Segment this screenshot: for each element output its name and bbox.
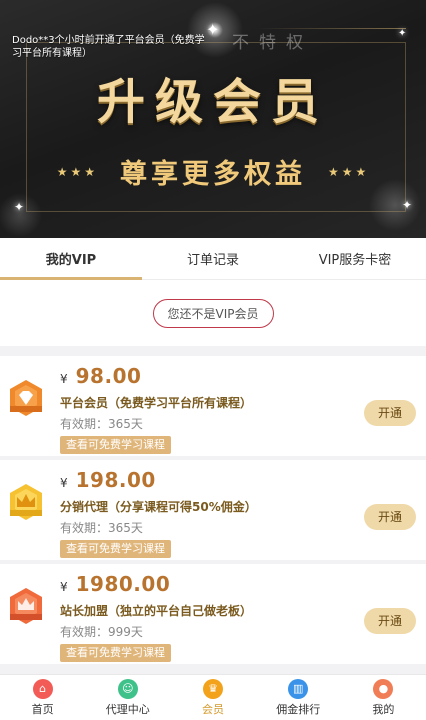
banner-watermark: 不特权: [232, 33, 313, 53]
banner-subtitle-row: ★★★ 尊享更多权益 ★★★: [0, 152, 426, 191]
sparkle-icon: ✦: [14, 200, 25, 214]
stars-right-icon: ★★★: [328, 164, 370, 179]
ranking-icon: ▥: [288, 678, 309, 699]
open-plan-button[interactable]: 开通: [364, 504, 416, 530]
vip-status-badge: 您还不是VIP会员: [152, 298, 274, 328]
sparkle-icon: ✦: [398, 28, 407, 39]
nav-item-agent-center[interactable]: ☺ 代理中心: [85, 675, 170, 720]
nav-label: 首页: [31, 702, 54, 716]
view-free-courses-button[interactable]: 查看可免费学习课程: [60, 436, 171, 454]
plan-price-row: ¥ 198.00: [60, 468, 156, 492]
tab-vip-card-code[interactable]: VIP服务卡密: [284, 238, 426, 279]
nav-item-home[interactable]: ⌂ 首页: [0, 675, 85, 720]
nav-label: 佣金排行: [276, 702, 321, 716]
banner-subtitle: 尊享更多权益: [120, 159, 306, 190]
view-free-courses-button[interactable]: 查看可免费学习课程: [60, 644, 171, 662]
plan-validity: 有效期：999天: [60, 625, 143, 639]
plan-price: 198.00: [75, 468, 156, 492]
plan-price: 98.00: [75, 364, 142, 388]
purchase-notice: Dodo**3个小时前开通了平台会员（免费学习平台所有课程）: [12, 35, 205, 59]
nav-label: 代理中心: [105, 702, 150, 716]
plan-name: 分销代理（分享课程可得50%佣金）: [60, 500, 257, 514]
diamond-badge-icon: [10, 380, 42, 416]
sparkle-icon: ✦: [206, 20, 220, 39]
nav-label: 我的: [372, 702, 395, 716]
plan-name: 平台会员（免费学习平台所有课程）: [60, 396, 253, 410]
currency-symbol: ¥: [60, 476, 68, 490]
tab-order-records[interactable]: 订单记录: [142, 238, 284, 279]
nav-item-member[interactable]: ♛ 会员: [170, 675, 255, 720]
vip-tabs: 我的VIP 订单记录 VIP服务卡密: [0, 238, 426, 280]
open-plan-button[interactable]: 开通: [364, 400, 416, 426]
open-plan-button[interactable]: 开通: [364, 608, 416, 634]
plan-price: 1980.00: [75, 572, 171, 596]
vip-status-area: 您还不是VIP会员: [0, 280, 426, 346]
view-free-courses-button[interactable]: 查看可免费学习课程: [60, 540, 171, 558]
currency-symbol: ¥: [60, 580, 68, 594]
currency-symbol: ¥: [60, 372, 68, 386]
plan-name: 站长加盟（独立的平台自己做老板）: [60, 604, 253, 618]
banner-title: 升级会员: [96, 74, 329, 130]
plan-price-row: ¥ 98.00: [60, 364, 141, 388]
profile-icon: ●: [373, 678, 394, 699]
nav-label: 会员: [202, 702, 224, 716]
crown-shield-badge-icon: [10, 588, 42, 624]
nav-item-commission-ranking[interactable]: ▥ 佣金排行: [256, 675, 341, 720]
plan-validity: 有效期：365天: [60, 521, 143, 535]
bottom-nav: ⌂ 首页 ☺ 代理中心 ♛ 会员 ▥ 佣金排行 ● 我的: [0, 674, 426, 720]
plan-card-distribution-agent: ¥ 198.00 分销代理（分享课程可得50%佣金） 有效期：365天 查看可免…: [0, 460, 426, 560]
crown-badge-icon: [10, 484, 42, 520]
agent-icon: ☺: [117, 678, 138, 699]
vip-banner: 不特权 Dodo**3个小时前开通了平台会员（免费学习平台所有课程） ✦ ✦ ✦…: [0, 0, 426, 238]
sparkle-icon: ✦: [402, 198, 413, 212]
plan-card-site-franchise: ¥ 1980.00 站长加盟（独立的平台自己做老板） 有效期：999天 查看可免…: [0, 564, 426, 664]
member-icon: ♛: [203, 678, 223, 699]
plan-validity: 有效期：365天: [60, 417, 143, 431]
home-icon: ⌂: [32, 678, 53, 699]
plan-card-platform-member: ¥ 98.00 平台会员（免费学习平台所有课程） 有效期：365天 查看可免费学…: [0, 356, 426, 456]
nav-item-profile[interactable]: ● 我的: [341, 675, 426, 720]
stars-left-icon: ★★★: [56, 164, 98, 179]
plan-price-row: ¥ 1980.00: [60, 572, 170, 596]
tab-my-vip[interactable]: 我的VIP: [0, 238, 142, 280]
